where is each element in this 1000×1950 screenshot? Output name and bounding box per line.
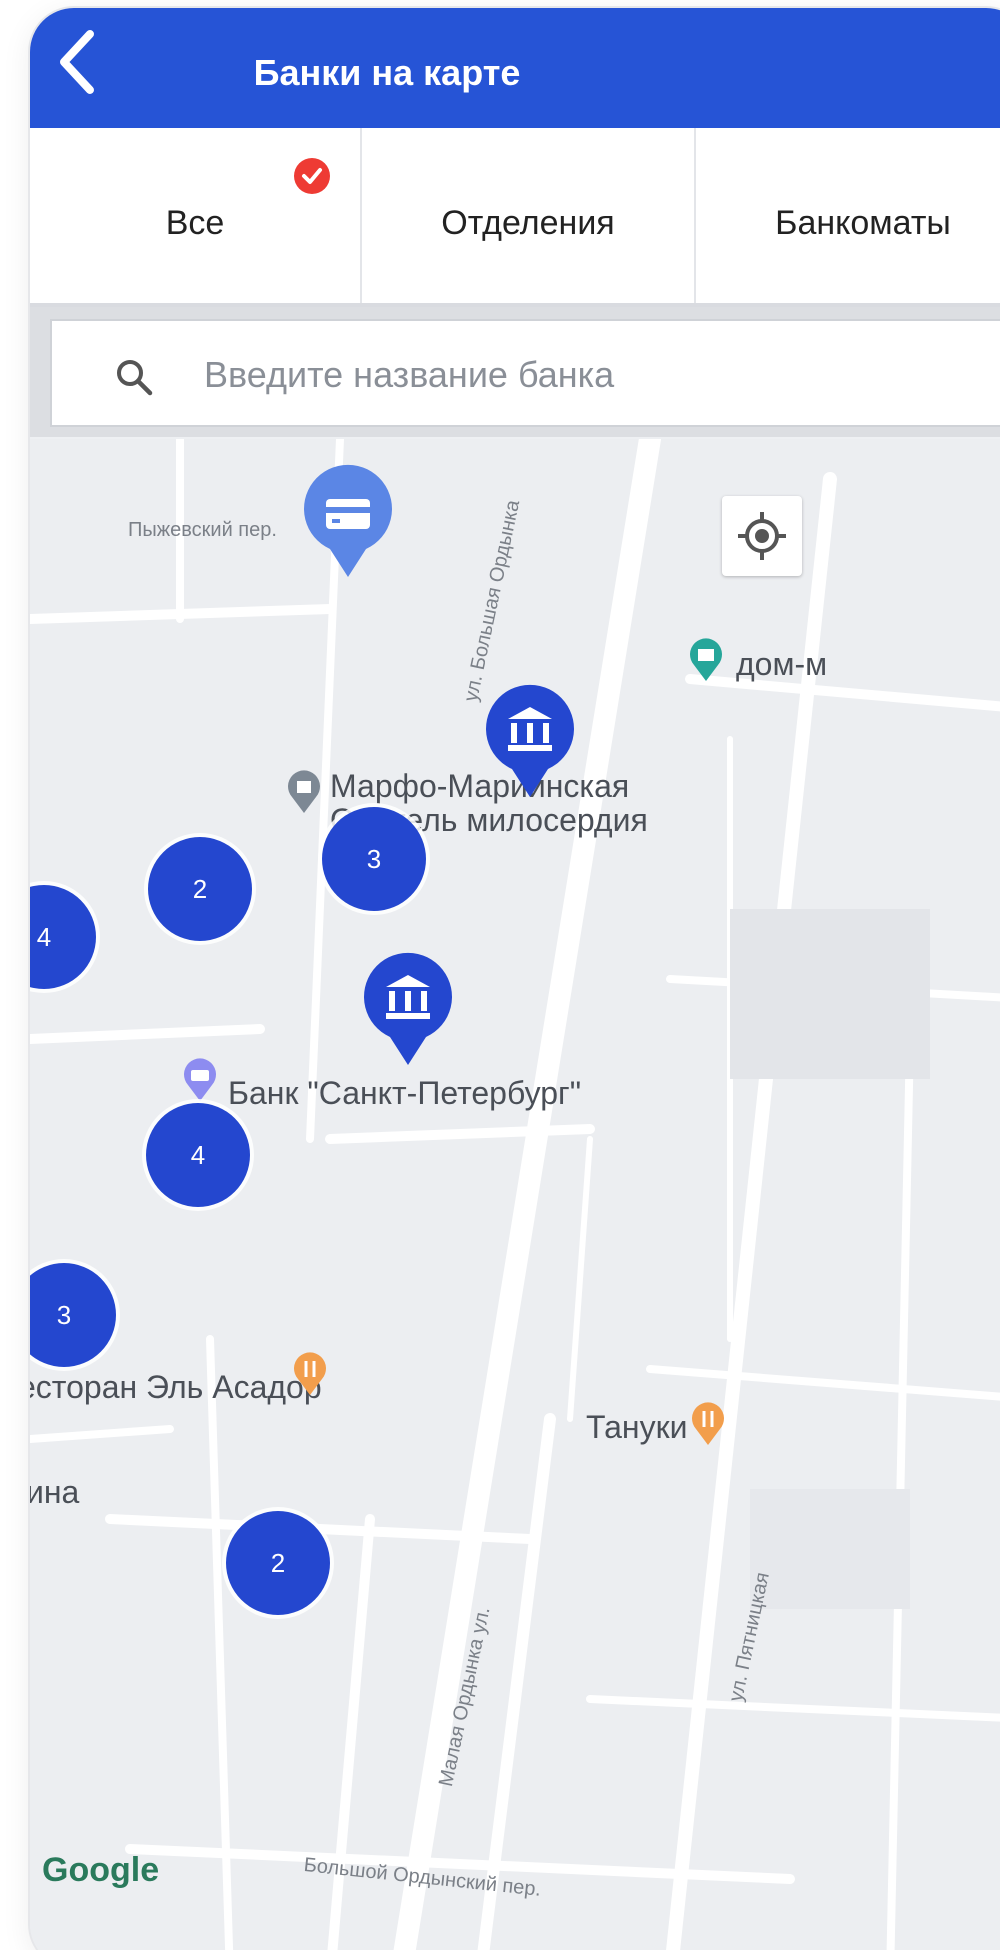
poi-label-dom: дом-м bbox=[736, 646, 828, 682]
cluster-marker[interactable]: 2 bbox=[148, 837, 252, 941]
page-title: Банки на карте bbox=[253, 52, 521, 93]
app-header: Банки на карте bbox=[30, 8, 1000, 128]
phone-screen: Банки на карте Все Отделения Банкоматы В… bbox=[30, 8, 1000, 1950]
poi-label-bank-spb: Банк "Санкт-Петербург" bbox=[228, 1075, 582, 1111]
map-view[interactable]: Пыжевский пер. ул. Большая Ордынка Малая… bbox=[30, 439, 1000, 1950]
search-input[interactable] bbox=[202, 339, 906, 411]
bank-branch-pin[interactable] bbox=[478, 681, 582, 797]
restaurant-poi-icon bbox=[294, 1352, 326, 1395]
tab-all-label: Все bbox=[165, 204, 225, 242]
bank-building-icon bbox=[364, 952, 452, 1065]
bank-poi-icon bbox=[184, 1058, 216, 1101]
check-circle-icon bbox=[294, 158, 330, 194]
museum-poi-icon bbox=[690, 638, 722, 681]
tab-atms[interactable]: Банкоматы bbox=[696, 128, 1000, 303]
poi-label-ina: ина bbox=[30, 1474, 80, 1510]
crosshair-icon bbox=[738, 512, 786, 560]
filter-tabs: Все Отделения Банкоматы bbox=[30, 128, 1000, 307]
search-box bbox=[50, 319, 1000, 427]
bank-building-icon bbox=[486, 684, 574, 797]
bank-branch-pin[interactable] bbox=[356, 949, 460, 1065]
street-label-pyzhevsky: Пыжевский пер. bbox=[128, 519, 277, 541]
cluster-marker[interactable]: 3 bbox=[322, 807, 426, 911]
locate-button[interactable] bbox=[722, 496, 802, 576]
google-logo: Google bbox=[42, 1851, 159, 1901]
google-logo-text: Google bbox=[42, 1851, 160, 1889]
poi-label-tanuki: Тануки bbox=[586, 1409, 688, 1445]
page: Банки на карте Все Отделения Банкоматы В… bbox=[0, 0, 1000, 1950]
search-icon bbox=[117, 360, 153, 396]
search-bar bbox=[30, 307, 1000, 437]
cluster-marker[interactable]: 4 bbox=[146, 1103, 250, 1207]
poi-label-restaurant: есторан Эль Асадор bbox=[30, 1369, 322, 1405]
restaurant-poi-icon bbox=[692, 1402, 724, 1445]
tab-atms-label: Банкоматы bbox=[775, 204, 951, 242]
tab-branches-label: Отделения bbox=[441, 204, 615, 242]
cluster-marker[interactable]: 2 bbox=[226, 1511, 330, 1615]
atm-pin[interactable] bbox=[296, 461, 400, 577]
tab-branches[interactable]: Отделения bbox=[362, 128, 696, 303]
church-poi-icon bbox=[288, 770, 320, 813]
credit-card-icon bbox=[304, 464, 392, 577]
tab-all[interactable]: Все bbox=[30, 128, 362, 303]
